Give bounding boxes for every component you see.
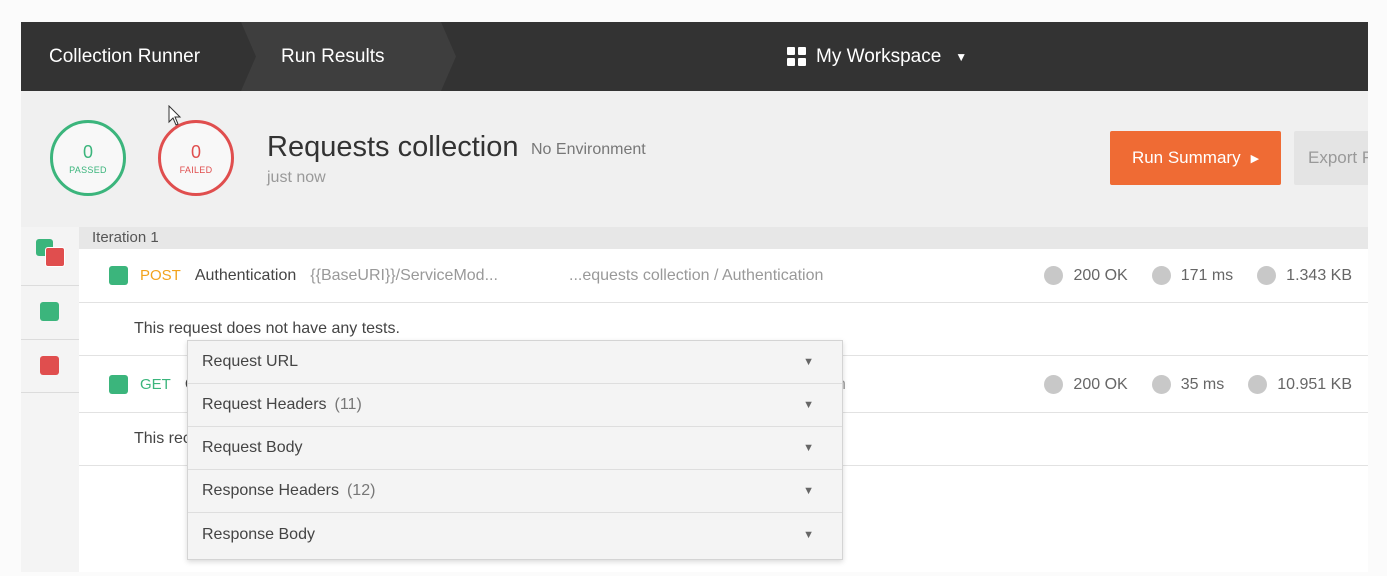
request-stats: 200 OK 171 ms 1.343 KB: [1044, 249, 1352, 302]
size-dot-icon: [1248, 375, 1268, 394]
dropdown-item-label: Request URL: [202, 353, 299, 370]
size-dot-icon: [1257, 266, 1277, 285]
request-url: {{BaseURI}}/ServiceMod...: [310, 266, 498, 284]
iteration-header: Iteration 1: [79, 227, 1368, 249]
breadcrumb-label: Collection Runner: [49, 45, 201, 67]
collection-title: Requests collection: [267, 131, 519, 163]
request-row[interactable]: POST Authentication {{BaseURI}}/ServiceM…: [79, 249, 1368, 303]
failed-counter: 0 FAILED: [158, 120, 234, 196]
status-dot-icon: [1044, 375, 1064, 394]
mouse-cursor-icon: [168, 105, 182, 126]
status-square-pass-icon: [109, 375, 128, 394]
chevron-down-icon: ▼: [803, 356, 814, 368]
time-dot-icon: [1151, 266, 1171, 285]
workspace-selector[interactable]: My Workspace ▼: [787, 22, 967, 91]
dropdown-item-count: (11): [334, 396, 362, 413]
run-time: just now: [267, 169, 326, 186]
run-header: 0 PASSED 0 FAILED Requests collection No…: [21, 91, 1368, 227]
status-square-fail-icon: [40, 356, 59, 375]
environment-label: No Environment: [531, 141, 646, 158]
dropdown-item-label: Request Headers: [202, 396, 327, 413]
chevron-down-icon: ▼: [803, 528, 814, 541]
chevron-down-icon: ▼: [803, 442, 814, 454]
sidebar-all-results[interactable]: [21, 227, 79, 286]
status-square-fail-icon: [45, 247, 65, 267]
failed-label: FAILED: [179, 164, 213, 175]
caret-right-icon: ▶: [1250, 152, 1260, 165]
status-square-pass-icon: [40, 302, 59, 321]
request-method: POST: [140, 267, 181, 284]
passed-count: 0: [82, 141, 93, 162]
dropdown-item-response-body[interactable]: Response Body ▼: [188, 513, 842, 556]
passed-label: PASSED: [69, 164, 107, 175]
response-time: 35 ms: [1180, 375, 1225, 393]
dropdown-item-request-body[interactable]: Request Body ▼: [188, 427, 842, 470]
top-bar: Collection Runner Run Results My Workspa…: [21, 22, 1368, 91]
response-status: 200 OK: [1073, 266, 1128, 284]
chevron-down-icon: ▼: [803, 399, 814, 411]
request-stats: 200 OK 35 ms 10.951 KB: [1044, 357, 1352, 412]
dropdown-item-label: Request Body: [202, 439, 303, 456]
request-method: GET: [140, 376, 171, 393]
sidebar-filter-passed[interactable]: [21, 285, 79, 340]
response-status: 200 OK: [1073, 375, 1128, 393]
request-path: ...equests collection / Authentication: [569, 266, 824, 284]
run-summary-button[interactable]: Run Summary ▶: [1110, 131, 1281, 185]
export-results-button[interactable]: Export R: [1294, 131, 1368, 185]
dropdown-item-count: (12): [346, 482, 376, 499]
response-size: 10.951 KB: [1277, 375, 1352, 393]
workspace-label: My Workspace: [816, 45, 942, 67]
chevron-down-icon: ▼: [803, 485, 814, 497]
breadcrumb-run-results[interactable]: Run Results: [241, 22, 456, 91]
sidebar-filter-failed[interactable]: [21, 339, 79, 393]
caret-down-icon: ▼: [955, 49, 968, 64]
response-size: 1.343 KB: [1286, 266, 1352, 284]
dropdown-item-label: Response Headers: [202, 482, 339, 499]
dropdown-item-request-url[interactable]: Request URL ▼: [188, 341, 842, 384]
status-dot-icon: [1044, 266, 1064, 285]
breadcrumb-label: Run Results: [281, 45, 385, 67]
export-label: Export R: [1308, 148, 1368, 167]
test-message: This rec: [134, 430, 191, 447]
failed-count: 0: [190, 141, 201, 162]
dropdown-item-label: Response Body: [202, 525, 315, 543]
time-dot-icon: [1151, 375, 1171, 394]
iteration-sidebar: [21, 227, 80, 572]
request-details-dropdown: Request URL ▼ Request Headers (11) ▼ Req…: [187, 340, 843, 560]
test-message: This request does not have any tests.: [134, 320, 400, 337]
grid-icon: [787, 47, 806, 66]
request-name: Authentication: [194, 266, 297, 284]
response-time: 171 ms: [1180, 266, 1234, 284]
status-square-pass-icon: [109, 266, 128, 285]
passed-counter: 0 PASSED: [50, 120, 126, 196]
dropdown-item-response-headers[interactable]: Response Headers (12) ▼: [188, 470, 842, 513]
dropdown-item-request-headers[interactable]: Request Headers (11) ▼: [188, 384, 842, 427]
run-summary-label: Run Summary: [1131, 148, 1241, 167]
breadcrumb-collection-runner[interactable]: Collection Runner: [21, 22, 241, 91]
